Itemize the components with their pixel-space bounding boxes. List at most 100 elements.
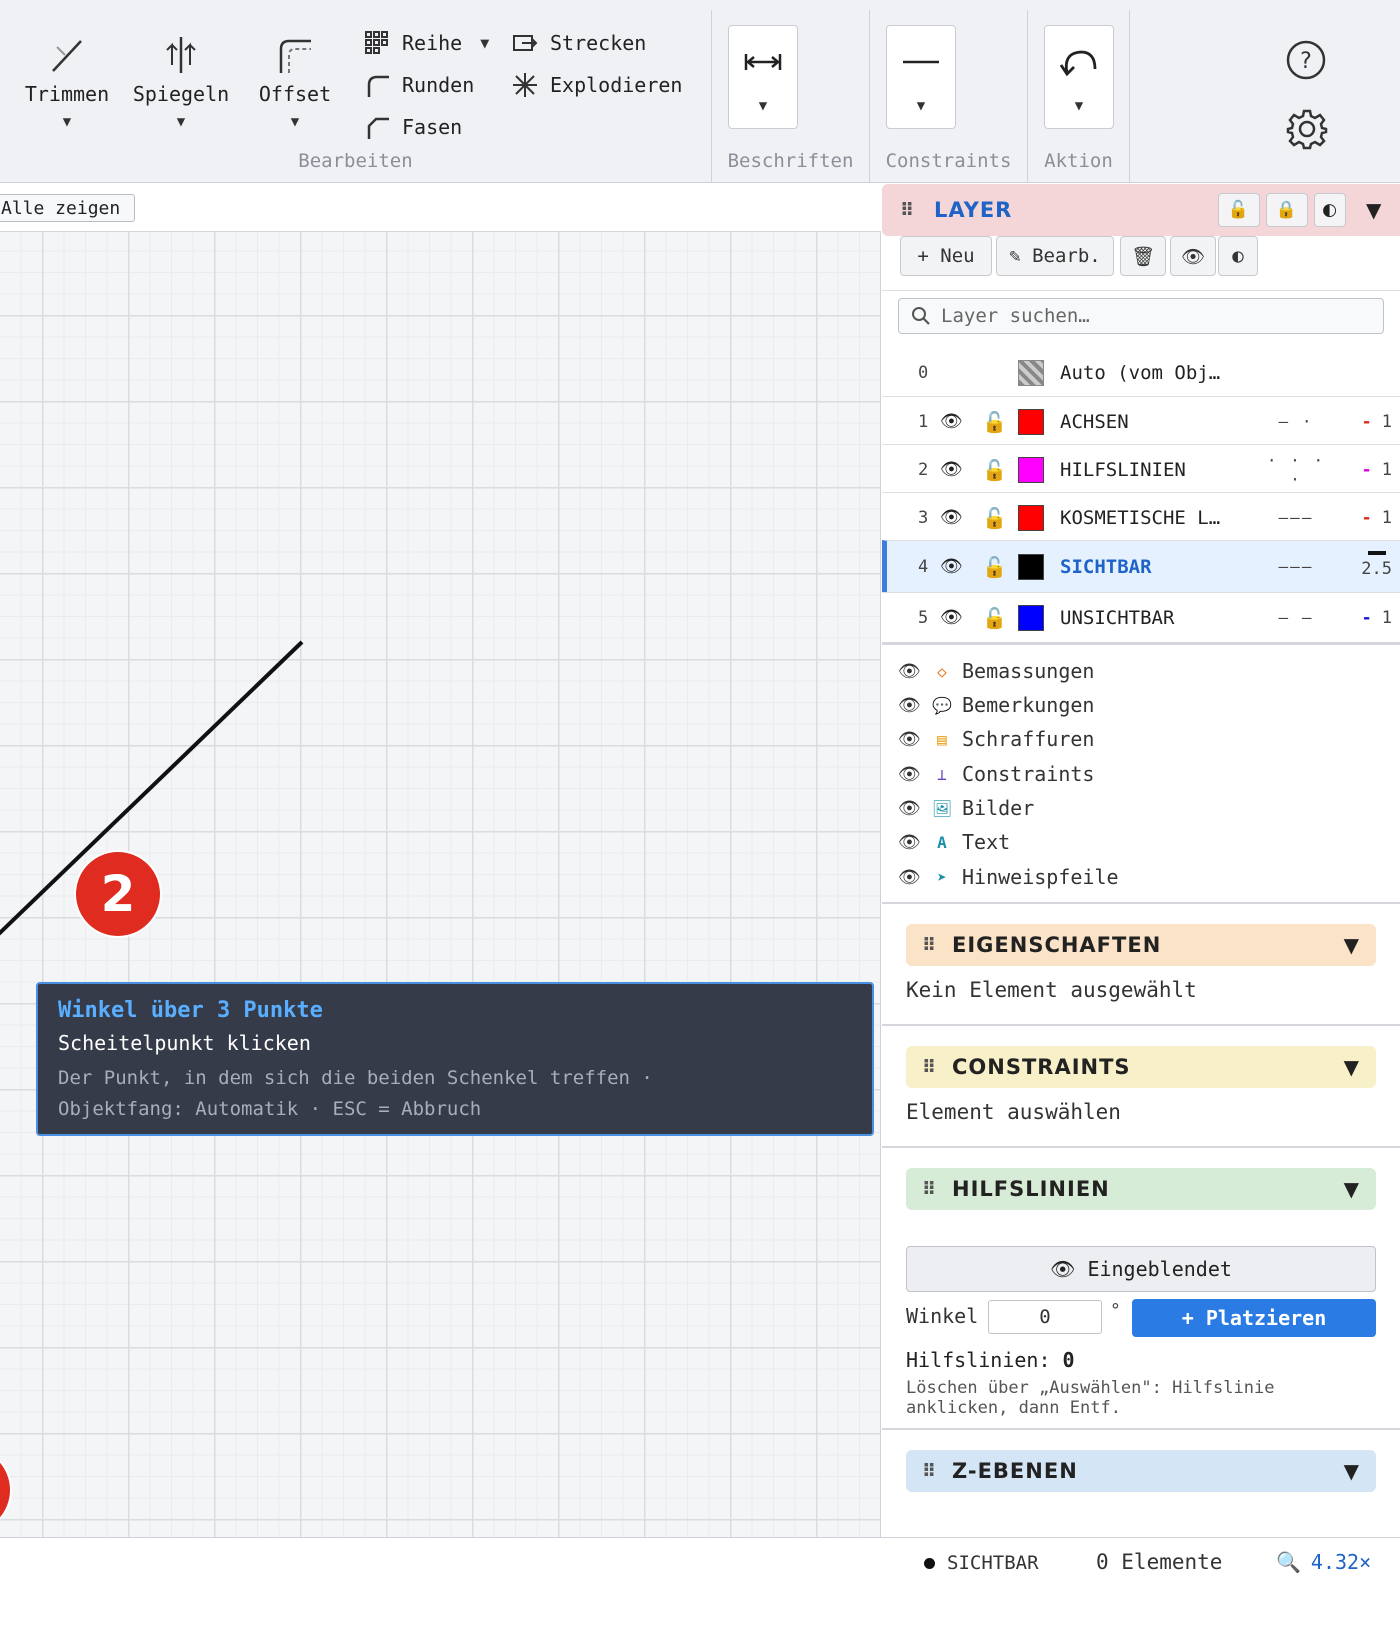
layer-lineweight[interactable]: -1 (1362, 608, 1393, 628)
layer-row-1[interactable]: 1 👁 🔓 ACHSEN — · -1 (882, 396, 1400, 446)
visibility-constraints[interactable]: 👁 ⊥ Constraints (898, 759, 1094, 789)
drag-handle-icon[interactable]: ⠿ (922, 1057, 942, 1078)
strecken-button[interactable]: Strecken (512, 30, 646, 56)
eye-icon[interactable]: 👁 (940, 411, 963, 432)
dimension-dropdown[interactable]: ▼ (728, 25, 798, 129)
constraint-dropdown[interactable]: ▼ (886, 25, 956, 129)
visibility-hinweispfeile[interactable]: 👁 ➤ Hinweispfeile (898, 862, 1119, 892)
lock-all-button[interactable]: 🔓 (1218, 193, 1260, 227)
unlock-all-button[interactable]: 🔒 (1266, 193, 1308, 227)
lineweight-dash-icon: - (1361, 607, 1372, 628)
layer-panel-header[interactable]: ⠿ LAYER 🔓 🔒 ◐ ▼ (882, 184, 1400, 236)
layer-name: HILFSLINIEN (1060, 458, 1186, 481)
runden-button[interactable]: Runden (364, 72, 474, 98)
layer-contrast-button[interactable]: ◐ (1218, 236, 1258, 276)
collapse-arrow-icon[interactable]: ▼ (1344, 1177, 1360, 1201)
layer-color-swatch[interactable] (1018, 504, 1044, 531)
layer-linestyle[interactable]: · · · · (1260, 451, 1332, 489)
layer-color-swatch[interactable] (1018, 553, 1044, 580)
place-guide-button[interactable]: + Platzieren (1132, 1299, 1376, 1337)
hilfslinien-header[interactable]: ⠿ HILFSLINIEN ▼ (906, 1168, 1376, 1210)
angle-input[interactable] (988, 1300, 1102, 1334)
eye-icon[interactable]: 👁 (898, 867, 928, 888)
layer-row-2[interactable]: 2 👁 🔓 HILFSLINIEN · · · · -1 (882, 444, 1400, 494)
collapse-arrow-icon[interactable]: ▼ (1344, 1055, 1360, 1079)
spiegeln-button[interactable]: Spiegeln ▼ (126, 30, 236, 130)
lock-open-icon[interactable]: 🔓 (982, 458, 1007, 482)
contrast-button[interactable]: ◐ (1314, 193, 1346, 227)
layer-linestyle[interactable]: ——— (1260, 508, 1332, 527)
reihe-button[interactable]: Reihe ▼ (364, 30, 489, 56)
eye-icon[interactable]: 👁 (898, 729, 928, 750)
explodieren-button[interactable]: Explodieren (512, 72, 682, 98)
chevron-down-icon[interactable]: ▼ (480, 34, 489, 52)
layer-search-input[interactable]: Layer suchen… (898, 298, 1384, 334)
visibility-bemerkungen[interactable]: 👁 💬 Bemerkungen (898, 690, 1094, 720)
chevron-down-icon: ▼ (758, 98, 768, 114)
delete-layer-button[interactable]: 🗑 (1120, 236, 1166, 276)
visibility-bilder[interactable]: 👁 🖼 Bilder (898, 793, 1034, 823)
visibility-schraffuren[interactable]: 👁 ▤ Schraffuren (898, 724, 1094, 754)
layer-lineweight[interactable]: -1 (1362, 508, 1393, 528)
status-zoom[interactable]: 🔍 4.32× (1276, 1550, 1371, 1574)
layer-row-4[interactable]: 4 👁 🔓 SICHTBAR ——— 2.5 (882, 540, 1400, 592)
layer-row-3[interactable]: 3 👁 🔓 KOSMETISCHE L… ——— -1 (882, 492, 1400, 542)
layer-linestyle[interactable]: — — (1260, 608, 1332, 627)
collapse-arrow-icon[interactable]: ▼ (1344, 933, 1360, 957)
guides-visibility-toggle[interactable]: 👁 Eingeblendet (906, 1246, 1376, 1292)
eye-icon[interactable]: 👁 (898, 798, 928, 819)
layer-linestyle[interactable]: ——— (1260, 557, 1332, 576)
layer-linestyle[interactable]: — · (1260, 412, 1332, 431)
eye-icon[interactable]: 👁 (940, 507, 963, 528)
fasen-button[interactable]: Fasen (364, 114, 462, 140)
status-active-layer[interactable]: SICHTBAR (924, 1552, 1039, 1574)
new-layer-button[interactable]: + Neu (900, 236, 992, 276)
eye-icon[interactable]: 👁 (940, 556, 963, 577)
settings-button[interactable] (1286, 108, 1328, 154)
show-all-button[interactable]: Alle zeigen (0, 194, 136, 222)
layer-color-swatch[interactable] (1018, 456, 1044, 483)
drag-handle-icon[interactable]: ⠿ (922, 1179, 942, 1200)
zoom-value: 4.32× (1310, 1550, 1372, 1574)
drag-handle-icon[interactable]: ⠿ (922, 935, 942, 956)
divider (882, 902, 1400, 904)
eye-icon[interactable]: 👁 (940, 459, 963, 480)
eye-icon[interactable]: 👁 (898, 695, 928, 716)
drawing-canvas[interactable]: 2 Winkel über 3 Punkte Scheitelpunkt kli… (0, 232, 881, 1537)
visibility-text[interactable]: 👁 A Text (898, 827, 1010, 857)
eigenschaften-header[interactable]: ⠿ EIGENSCHAFTEN ▼ (906, 924, 1376, 966)
toggle-visibility-button[interactable]: 👁 (1170, 236, 1216, 276)
edit-layer-button[interactable]: ✎ Bearb. (996, 236, 1114, 276)
eye-icon[interactable]: 👁 (898, 832, 928, 853)
layer-color-swatch[interactable] (1018, 604, 1044, 631)
eye-icon[interactable]: 👁 (940, 607, 963, 628)
lock-open-icon[interactable]: 🔓 (982, 606, 1007, 630)
collapse-arrow-icon[interactable]: ▼ (1344, 1459, 1360, 1483)
offset-button[interactable]: Offset ▼ (240, 30, 350, 130)
help-button[interactable]: ? (1286, 40, 1326, 84)
eye-icon[interactable]: 👁 (898, 661, 928, 682)
chevron-down-icon: ▼ (916, 98, 926, 114)
lock-open-icon[interactable]: 🔓 (982, 506, 1007, 530)
layer-row-0[interactable]: 0 Auto (vom Obj… (882, 348, 1400, 398)
drag-handle-icon[interactable]: ⠿ (922, 1461, 942, 1482)
lineweight-value: 1 (1381, 607, 1392, 628)
trimmen-button[interactable]: Trimmen ▼ (12, 30, 122, 130)
eye-icon[interactable]: 👁 (898, 764, 928, 785)
drag-handle-icon[interactable]: ⠿ (900, 200, 920, 221)
z-ebenen-header[interactable]: ⠿ Z-EBENEN ▼ (906, 1450, 1376, 1492)
layer-color-swatch[interactable] (1018, 360, 1044, 386)
layer-row-5[interactable]: 5 👁 🔓 UNSICHTBAR — — -1 (882, 592, 1400, 642)
visibility-bemassungen[interactable]: 👁 ◇ Bemassungen (898, 656, 1094, 686)
layer-lineweight[interactable]: 2.5 (1361, 545, 1392, 579)
layer-lineweight[interactable]: -1 (1362, 460, 1393, 480)
lock-open-icon[interactable]: 🔓 (982, 410, 1007, 434)
layer-search-placeholder: Layer suchen… (941, 305, 1090, 327)
layer-lineweight[interactable]: -1 (1362, 412, 1393, 432)
constraints-header[interactable]: ⠿ CONSTRAINTS ▼ (906, 1046, 1376, 1088)
lock-open-icon[interactable]: 🔓 (982, 555, 1007, 579)
collapse-arrow-icon[interactable]: ▼ (1366, 198, 1382, 222)
layer-color-swatch[interactable] (1018, 408, 1044, 435)
undo-dropdown[interactable]: ▼ (1044, 25, 1114, 129)
layer-number: 4 (918, 556, 929, 577)
